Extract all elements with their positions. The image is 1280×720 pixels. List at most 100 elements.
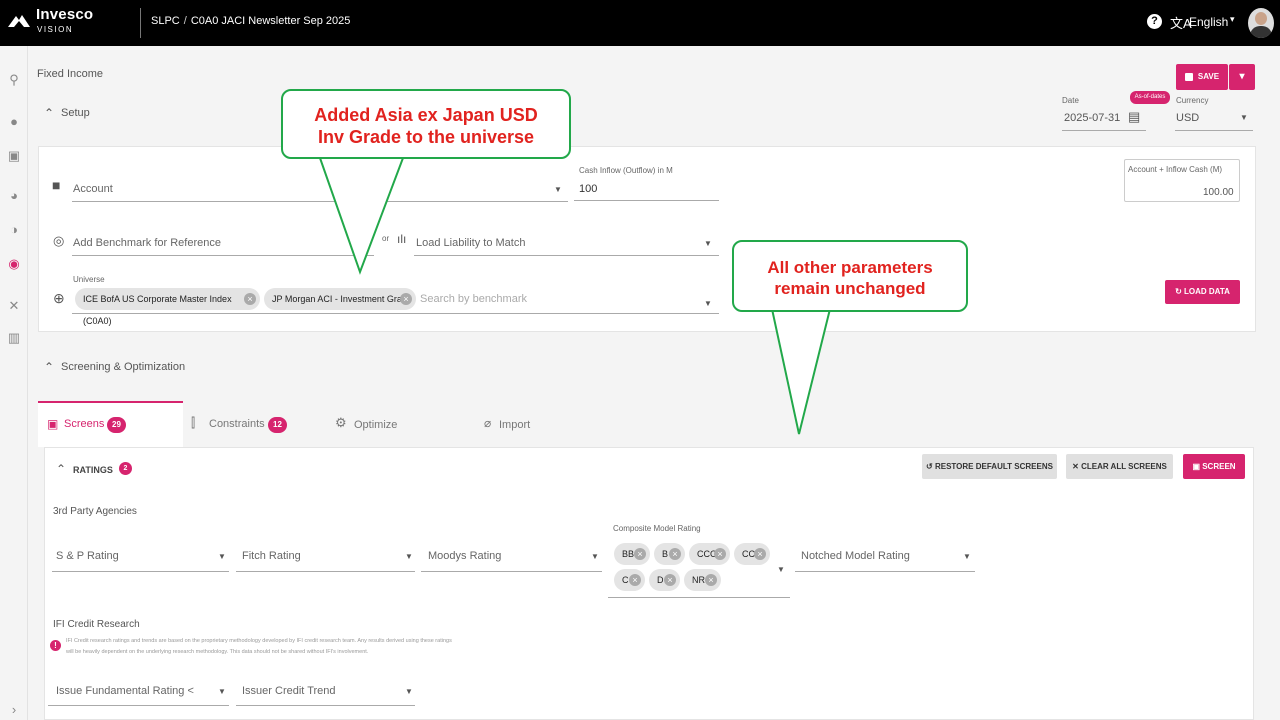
brand-name: Invesco bbox=[36, 6, 94, 23]
collapse-screening-icon[interactable]: ⌃ bbox=[44, 360, 54, 374]
notched-rating-select[interactable]: Notched Model Rating bbox=[801, 550, 910, 562]
brand-sub: VISION bbox=[37, 25, 74, 34]
account-inflow-value: 100.00 bbox=[1203, 187, 1234, 198]
tab-optimize[interactable]: Optimize bbox=[354, 419, 397, 431]
fitch-rating-select[interactable]: Fitch Rating bbox=[242, 550, 301, 562]
or-label: or bbox=[382, 234, 390, 243]
rating-chip[interactable]: C × bbox=[614, 569, 645, 591]
breadcrumb-root[interactable]: SLPC bbox=[151, 15, 180, 27]
rating-chip[interactable]: CCC × bbox=[689, 543, 730, 565]
screen-button[interactable]: ▣ SCREEN bbox=[1183, 454, 1245, 479]
remove-chip-icon[interactable]: × bbox=[634, 548, 646, 560]
avatar[interactable] bbox=[1248, 8, 1274, 38]
callout-line: remain unchanged bbox=[774, 279, 926, 298]
calendar-icon[interactable]: ▤ bbox=[1128, 109, 1140, 125]
rating-chip[interactable]: B × bbox=[654, 543, 685, 565]
page-title: Fixed Income bbox=[37, 68, 104, 80]
collapse-setup-icon[interactable]: ⌃ bbox=[44, 106, 54, 120]
rating-chip[interactable]: CC × bbox=[734, 543, 770, 565]
ifi-label: IFI Credit Research bbox=[53, 619, 140, 630]
callout-unchanged-params: All other parameters remain unchanged bbox=[732, 240, 968, 312]
sp-rating-select[interactable]: S & P Rating bbox=[56, 550, 119, 562]
search-box-icon[interactable]: ▣ bbox=[6, 148, 22, 164]
remove-chip-icon[interactable]: × bbox=[669, 548, 681, 560]
rating-chip[interactable]: BB × bbox=[614, 543, 650, 565]
issuer-trend-select[interactable]: Issuer Credit Trend bbox=[242, 685, 336, 697]
language-select[interactable]: English bbox=[1189, 15, 1228, 29]
bar-chart-icon[interactable]: ▥ bbox=[6, 330, 22, 346]
save-button[interactable]: SAVE bbox=[1176, 64, 1228, 90]
remove-chip-icon[interactable]: × bbox=[754, 548, 766, 560]
expand-icon[interactable]: › bbox=[6, 702, 22, 718]
pie-chart-icon[interactable]: ◕ bbox=[6, 188, 22, 204]
universe-chip[interactable]: ICE BofA US Corporate Master Index (C0A0… bbox=[75, 288, 260, 326]
chevron-down-icon[interactable]: ▾ bbox=[1230, 14, 1235, 25]
universe-chip[interactable]: JP Morgan ACI - Investment Grade × bbox=[264, 288, 416, 310]
account-select[interactable]: Account bbox=[73, 183, 113, 195]
callout-line: All other parameters bbox=[767, 258, 933, 277]
as-of-dates-badge[interactable]: As-of-dates bbox=[1130, 91, 1170, 104]
breadcrumb-separator: / bbox=[183, 15, 187, 27]
callout-universe-change: Added Asia ex Japan USD Inv Grade to the… bbox=[281, 89, 571, 159]
cash-inflow-input[interactable]: 100 bbox=[579, 183, 597, 195]
chevron-down-icon[interactable]: ▼ bbox=[963, 552, 971, 561]
screening-label: Screening & Optimization bbox=[61, 361, 186, 373]
chevron-down-icon[interactable]: ▼ bbox=[704, 239, 712, 248]
chevron-down-icon[interactable]: ▼ bbox=[405, 552, 413, 561]
chevron-down-icon[interactable]: ▼ bbox=[218, 687, 226, 696]
telescope-icon[interactable]: ⚲ bbox=[6, 72, 22, 88]
left-rail: ⚲ ● ▣ ◕ ◑ ◉ ✕ ▥ › bbox=[0, 46, 28, 720]
tab-constraints[interactable]: Constraints bbox=[209, 418, 265, 430]
constraints-icon: ⫿ bbox=[191, 415, 196, 430]
currency-select[interactable]: USD bbox=[1176, 112, 1199, 124]
agencies-label: 3rd Party Agencies bbox=[53, 506, 137, 517]
moodys-rating-select[interactable]: Moodys Rating bbox=[428, 550, 501, 562]
restore-default-screens-button[interactable]: ↺ RESTORE DEFAULT SCREENS bbox=[922, 454, 1057, 479]
chevron-down-icon[interactable]: ▼ bbox=[218, 552, 226, 561]
ratings-count-badge: 2 bbox=[119, 462, 132, 475]
screen-search-icon[interactable]: ◉ bbox=[6, 256, 22, 272]
screen-icon: ▣ bbox=[47, 417, 59, 431]
save-icon bbox=[1184, 72, 1193, 81]
briefcase-icon: ■ bbox=[52, 177, 61, 193]
remove-chip-icon[interactable]: × bbox=[664, 574, 676, 586]
rating-chip[interactable]: NR × bbox=[684, 569, 721, 591]
remove-chip-icon[interactable]: × bbox=[629, 574, 641, 586]
load-data-button[interactable]: ↻ LOAD DATA bbox=[1165, 280, 1240, 304]
help-icon[interactable]: ? bbox=[1147, 14, 1162, 29]
date-field[interactable]: 2025-07-31 bbox=[1064, 112, 1120, 124]
universe-search-input[interactable]: Search by benchmark bbox=[420, 293, 527, 305]
issue-rating-select[interactable]: Issue Fundamental Rating < bbox=[56, 685, 194, 697]
chevron-down-icon[interactable]: ▼ bbox=[1240, 113, 1248, 122]
remove-chip-icon[interactable]: × bbox=[244, 293, 256, 305]
gear-icon: ⚙ bbox=[335, 415, 347, 430]
donut-chart-icon[interactable]: ◑ bbox=[6, 222, 22, 238]
chevron-down-icon[interactable]: ▼ bbox=[704, 299, 712, 308]
chevron-down-icon[interactable]: ▼ bbox=[777, 565, 785, 574]
rating-chip[interactable]: D × bbox=[649, 569, 680, 591]
benchmark-select[interactable]: Add Benchmark for Reference bbox=[73, 237, 221, 249]
chevron-down-icon[interactable]: ▼ bbox=[554, 185, 562, 194]
remove-chip-icon[interactable]: × bbox=[400, 293, 412, 305]
chevron-down-icon[interactable]: ▼ bbox=[405, 687, 413, 696]
collapse-ratings-icon[interactable]: ⌃ bbox=[56, 462, 66, 476]
user-icon[interactable]: ● bbox=[6, 114, 22, 130]
paperclip-icon: ⌀ bbox=[484, 416, 492, 430]
save-menu-button[interactable]: ▾ bbox=[1229, 64, 1255, 90]
setup-label: Setup bbox=[61, 107, 90, 119]
chevron-down-icon[interactable]: ▼ bbox=[591, 552, 599, 561]
ifi-note-line-2: will be heavily dependent on the underly… bbox=[66, 649, 369, 655]
clear-all-screens-button[interactable]: ✕ CLEAR ALL SCREENS bbox=[1066, 454, 1173, 479]
chevron-down-icon[interactable]: ▼ bbox=[362, 239, 370, 248]
history-icon: ↺ bbox=[926, 462, 935, 471]
tools-icon[interactable]: ✕ bbox=[6, 298, 22, 314]
tab-import[interactable]: Import bbox=[499, 419, 530, 431]
close-icon: ✕ bbox=[1072, 462, 1082, 471]
remove-chip-icon[interactable]: × bbox=[714, 548, 726, 560]
universe-label: Universe bbox=[73, 275, 105, 284]
tab-screens[interactable]: Screens bbox=[64, 418, 104, 430]
breadcrumb-current: C0A0 JACI Newsletter Sep 2025 bbox=[190, 15, 351, 27]
invesco-logo-icon bbox=[8, 15, 30, 27]
liability-select[interactable]: Load Liability to Match bbox=[416, 237, 525, 249]
remove-chip-icon[interactable]: × bbox=[705, 574, 717, 586]
